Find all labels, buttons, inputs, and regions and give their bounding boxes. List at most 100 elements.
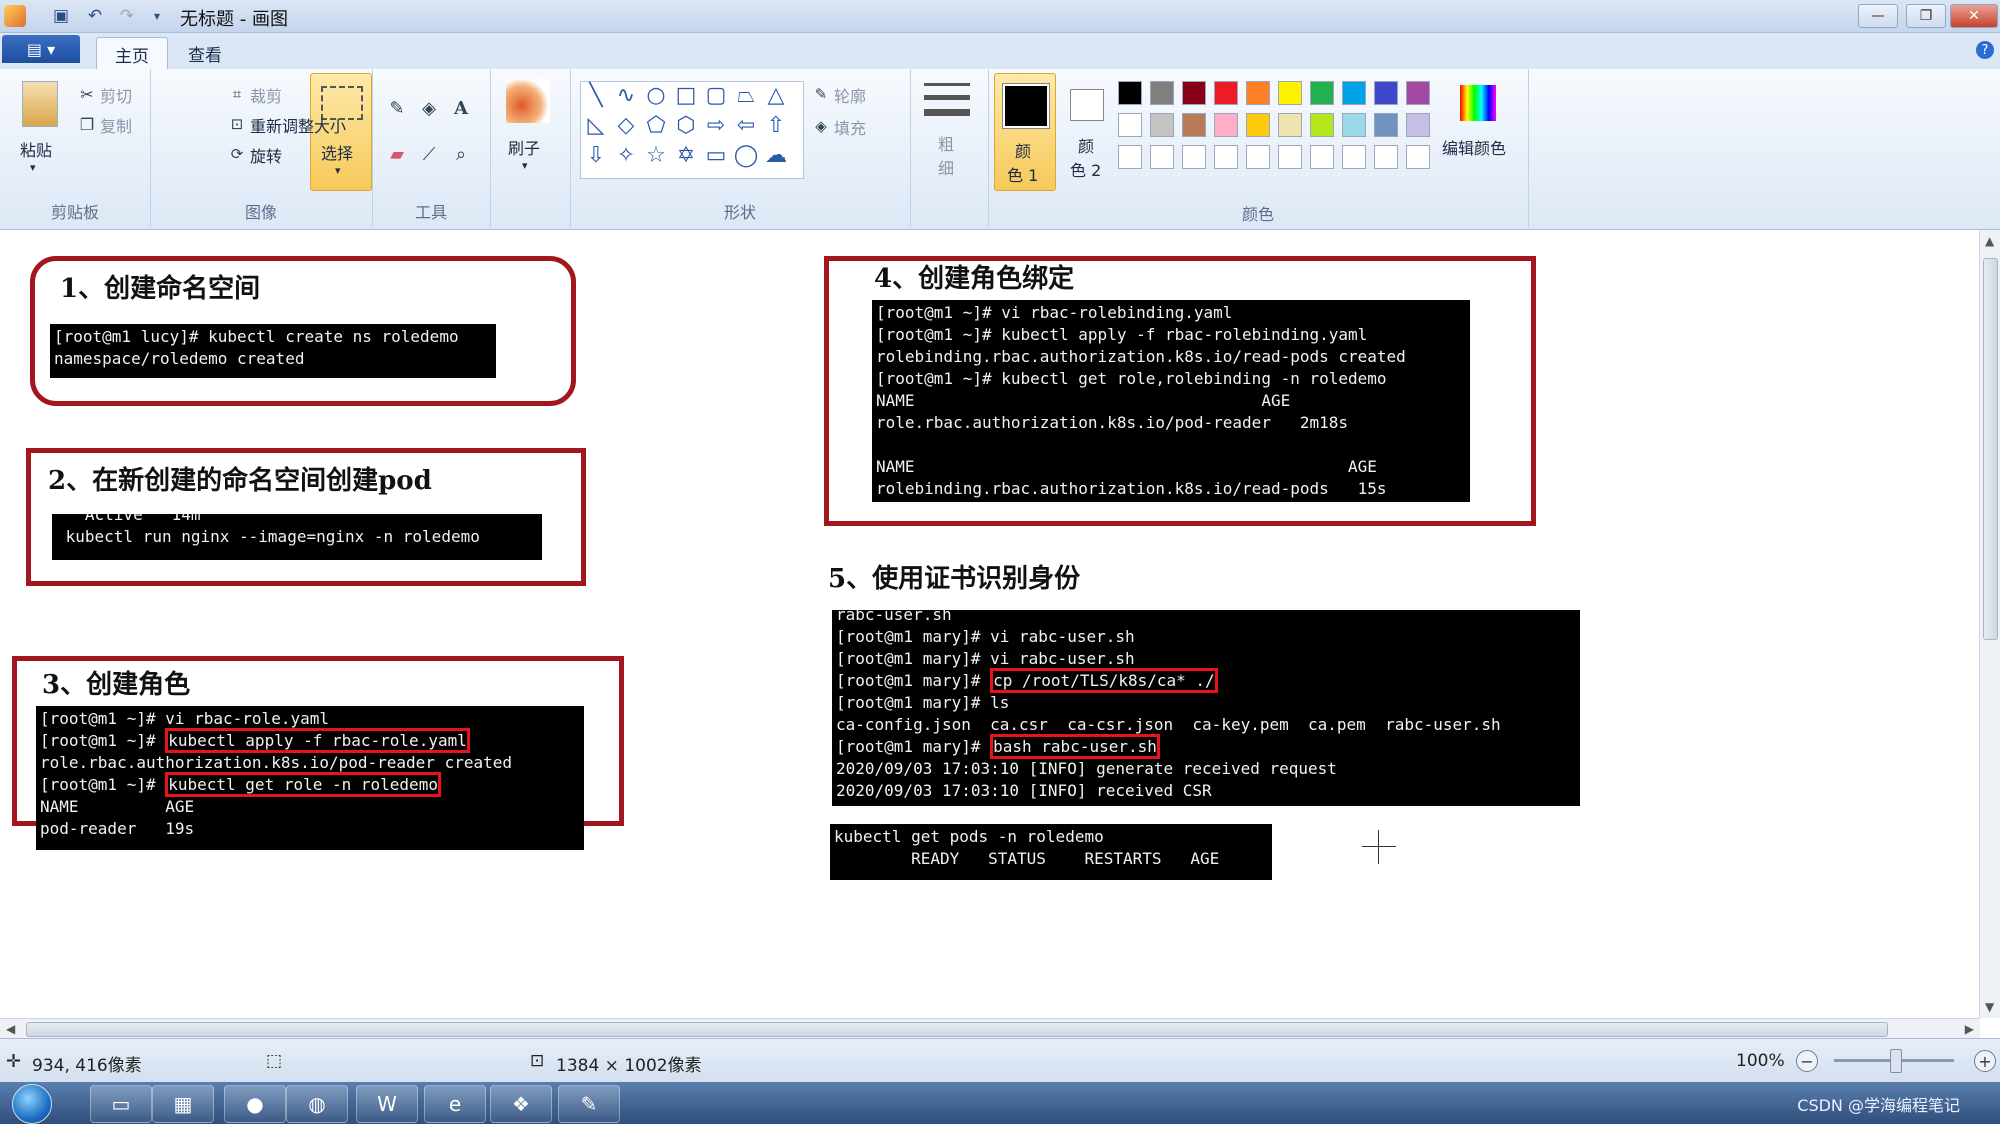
help-icon[interactable]: ? <box>1976 41 1994 59</box>
fill-button[interactable]: 填充 <box>834 115 866 139</box>
color-swatch[interactable] <box>1374 113 1398 137</box>
custom-color-swatch[interactable] <box>1310 145 1334 169</box>
color-2-label-a[interactable]: 颜 <box>1078 133 1094 157</box>
pencil-icon[interactable]: ✎ <box>386 97 408 119</box>
scroll-down-icon[interactable]: ▼ <box>1985 1000 1994 1014</box>
color-picker-icon[interactable]: ⟋ <box>418 143 440 165</box>
redo-icon[interactable]: ↷ <box>116 5 138 27</box>
right-arrow-shape-icon[interactable]: ⇨ <box>704 113 728 138</box>
color-swatch[interactable] <box>1342 113 1366 137</box>
color-swatch[interactable] <box>1182 81 1206 105</box>
vertical-scroll-thumb[interactable] <box>1983 258 1998 640</box>
undo-icon[interactable]: ↶ <box>84 5 106 27</box>
resize-button[interactable]: 重新调整大小 <box>250 113 346 137</box>
left-arrow-shape-icon[interactable]: ⇦ <box>734 113 758 138</box>
media-taskbar-icon[interactable]: ▦ <box>152 1085 214 1123</box>
color-swatch[interactable] <box>1406 113 1430 137</box>
custom-color-swatch[interactable] <box>1150 145 1174 169</box>
save-icon[interactable]: ▣ <box>50 5 72 27</box>
horizontal-scroll-thumb[interactable] <box>26 1022 1888 1037</box>
copy-button[interactable]: 复制 <box>100 113 132 137</box>
five-point-star-shape-icon[interactable]: ☆ <box>644 143 668 168</box>
color-1-button[interactable]: 颜 色 1 <box>994 73 1056 191</box>
crop-button[interactable]: 裁剪 <box>250 83 282 107</box>
brushes-dropdown-icon[interactable]: ▾ <box>522 159 528 172</box>
color-swatch[interactable] <box>1182 113 1206 137</box>
green-app-taskbar-icon[interactable]: ❖ <box>490 1085 552 1123</box>
zoom-slider-handle[interactable] <box>1890 1049 1902 1073</box>
oval-callout-shape-icon[interactable]: ◯ <box>734 143 759 168</box>
zoom-in-button[interactable]: + <box>1974 1050 1996 1072</box>
paint-taskbar-icon[interactable]: ◍ <box>286 1085 348 1123</box>
size-button[interactable]: 粗 <box>938 131 954 155</box>
tab-home[interactable]: 主页 <box>96 37 168 70</box>
down-arrow-shape-icon[interactable]: ⇩ <box>584 143 608 168</box>
horizontal-scrollbar[interactable]: ◀ ▶ <box>0 1018 1980 1039</box>
paste-dropdown-icon[interactable]: ▾ <box>30 161 36 174</box>
rotate-button[interactable]: 旋转 <box>250 143 282 167</box>
color-swatch[interactable] <box>1278 113 1302 137</box>
outline-button[interactable]: 轮廓 <box>834 83 866 107</box>
quick-access-dropdown-icon[interactable]: ▾ <box>146 5 168 27</box>
start-button[interactable] <box>12 1084 52 1124</box>
curve-shape-icon[interactable]: ∿ <box>614 83 638 108</box>
paint-app-icon[interactable] <box>4 5 26 27</box>
custom-color-swatch[interactable] <box>1406 145 1430 169</box>
color-swatch[interactable] <box>1118 113 1142 137</box>
restore-button[interactable]: ❐ <box>1906 4 1946 28</box>
custom-color-swatch[interactable] <box>1214 145 1238 169</box>
paint-menu-button[interactable]: ▤ ▾ <box>2 35 80 63</box>
custom-color-swatch[interactable] <box>1182 145 1206 169</box>
color-swatch[interactable] <box>1406 81 1430 105</box>
six-point-star-shape-icon[interactable]: ✡ <box>674 143 698 168</box>
notepad-taskbar-icon[interactable]: ✎ <box>558 1085 620 1123</box>
cut-button[interactable]: 剪切 <box>100 83 132 107</box>
color-swatch[interactable] <box>1246 81 1270 105</box>
paste-button[interactable]: 粘贴 <box>20 137 52 161</box>
color-swatch[interactable] <box>1118 81 1142 105</box>
paste-icon[interactable] <box>22 81 58 127</box>
rounded-callout-shape-icon[interactable]: ▭ <box>704 143 728 168</box>
eraser-icon[interactable]: ▰ <box>386 143 408 165</box>
fill-bucket-icon[interactable]: ◈ <box>418 97 440 119</box>
rectangle-shape-icon[interactable]: □ <box>674 83 698 108</box>
custom-color-swatch[interactable] <box>1118 145 1142 169</box>
ie-taskbar-icon[interactable]: e <box>424 1085 486 1123</box>
color-swatch[interactable] <box>1214 113 1238 137</box>
vertical-scrollbar[interactable]: ▲ ▼ <box>1979 230 2000 1018</box>
color-swatch[interactable] <box>1150 81 1174 105</box>
zoom-out-button[interactable]: − <box>1796 1050 1818 1072</box>
color-swatch[interactable] <box>1310 81 1334 105</box>
minimize-button[interactable]: — <box>1858 4 1898 28</box>
rounded-rectangle-shape-icon[interactable]: ▢ <box>704 83 728 108</box>
color-swatch[interactable] <box>1278 81 1302 105</box>
text-tool-icon[interactable]: A <box>450 97 472 119</box>
pentagon-shape-icon[interactable]: ⬠ <box>644 113 668 138</box>
diamond-shape-icon[interactable]: ◇ <box>614 113 638 138</box>
scroll-left-icon[interactable]: ◀ <box>6 1022 15 1036</box>
color-swatch[interactable] <box>1374 81 1398 105</box>
polygon-shape-icon[interactable]: ⏢ <box>734 83 758 108</box>
color-2-label-b[interactable]: 色 2 <box>1070 157 1101 181</box>
color-swatch[interactable] <box>1150 113 1174 137</box>
scroll-up-icon[interactable]: ▲ <box>1985 234 1994 248</box>
brushes-button[interactable]: 刷子 <box>508 135 540 159</box>
custom-color-swatch[interactable] <box>1342 145 1366 169</box>
close-button[interactable]: ✕ <box>1950 4 1998 28</box>
custom-color-swatch[interactable] <box>1246 145 1270 169</box>
line-shape-icon[interactable]: ╲ <box>584 83 608 108</box>
color-swatch[interactable] <box>1246 113 1270 137</box>
edit-colors-icon[interactable] <box>1460 85 1496 121</box>
scroll-right-icon[interactable]: ▶ <box>1965 1022 1974 1036</box>
tab-view[interactable]: 查看 <box>170 37 240 69</box>
color-swatch[interactable] <box>1214 81 1238 105</box>
custom-color-swatch[interactable] <box>1278 145 1302 169</box>
brush-icon[interactable] <box>506 79 550 123</box>
custom-color-swatch[interactable] <box>1374 145 1398 169</box>
color-swatch[interactable] <box>1342 81 1366 105</box>
four-point-star-shape-icon[interactable]: ✧ <box>614 143 638 168</box>
color-2-swatch[interactable] <box>1070 89 1104 121</box>
app-taskbar-icon[interactable]: ● <box>224 1085 286 1123</box>
magnifier-icon[interactable]: ⌕ <box>450 143 472 165</box>
cloud-callout-shape-icon[interactable]: ☁ <box>764 143 788 168</box>
